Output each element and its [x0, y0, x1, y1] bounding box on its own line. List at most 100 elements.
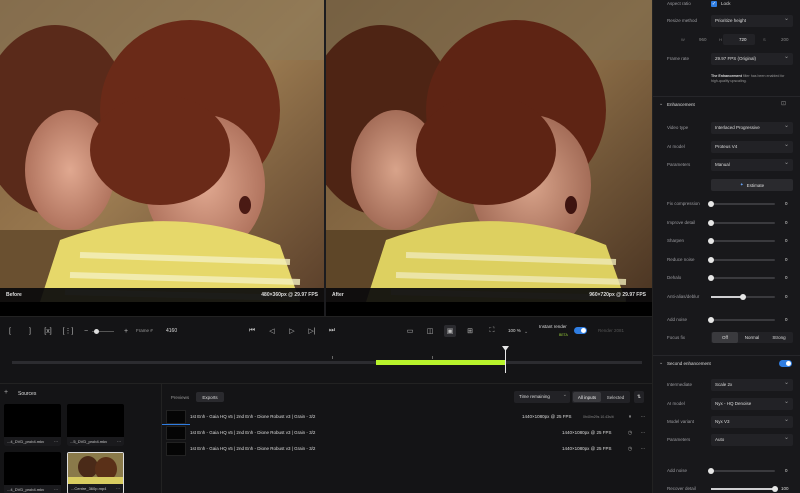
source-filename: ...4_DVD_prob4.mkv — [7, 487, 45, 492]
height-field[interactable]: 720 — [739, 37, 747, 42]
sort-order-icon[interactable]: ⇅ — [634, 391, 644, 403]
second-add-noise-value[interactable]: 0 — [785, 468, 788, 473]
source-thumbnail[interactable]: ...4_DVD_prob4.mkv ··· — [4, 452, 61, 493]
intermediate-select[interactable]: Scale 2x — [711, 379, 793, 391]
timeline-zoom-slider[interactable] — [92, 329, 114, 334]
zoom-level[interactable]: 100 % — [508, 328, 521, 333]
clock-icon[interactable]: ◷ — [626, 445, 634, 453]
more-icon[interactable]: ··· — [117, 439, 121, 444]
recover-detail-slider[interactable] — [711, 486, 778, 492]
timeline[interactable] — [0, 344, 652, 384]
more-icon[interactable]: ··· — [54, 439, 58, 444]
clip-range-icon[interactable]: [⋮] — [62, 325, 74, 337]
second-ai-model-select[interactable]: Nyx - HQ Denoise — [711, 398, 793, 410]
instant-render-toggle[interactable] — [574, 327, 587, 334]
before-preview[interactable]: Before 480×360px @ 29.97 FPS — [0, 0, 324, 302]
slider-value[interactable]: 0 — [785, 294, 788, 299]
source-thumbnail[interactable]: ...5_DVD_prob4.mkv ··· — [67, 404, 124, 446]
second-enhancement-toggle[interactable] — [779, 360, 792, 367]
slider-row: Fix compression 0 — [653, 197, 800, 211]
export-row[interactable]: 1st Enh - Gaia HQ v5 | 2nd Enh - Dione R… — [162, 442, 652, 457]
reduce-noise-slider[interactable] — [708, 257, 775, 263]
grid-view-icon[interactable]: ⊞ — [464, 325, 476, 337]
frame-number[interactable]: 4160 — [166, 328, 177, 334]
slider-value[interactable]: 0 — [785, 220, 788, 225]
resize-method-select[interactable]: Prioritize height — [711, 15, 793, 27]
more-icon[interactable]: ··· — [639, 429, 647, 437]
export-row[interactable]: 1st Enh - Gaia HQ v5 | 2nd Enh - Dione R… — [162, 426, 652, 441]
focus-normal-option[interactable]: Normal — [739, 332, 765, 343]
playhead[interactable] — [505, 349, 506, 373]
split-view-icon[interactable]: ◫ — [424, 325, 436, 337]
anti-alias-slider[interactable] — [711, 294, 775, 300]
ai-model-select[interactable]: Proteus V4 — [711, 141, 793, 153]
render-button[interactable]: Render 2081 — [598, 328, 624, 333]
plus-icon[interactable]: + — [4, 389, 8, 396]
video-type-select[interactable]: Interlaced Progressive — [711, 122, 793, 134]
playhead-handle[interactable] — [502, 346, 509, 351]
more-icon[interactable]: ··· — [116, 486, 120, 491]
dehalo-slider[interactable] — [708, 275, 775, 281]
step-back-icon[interactable]: ◁ — [266, 325, 278, 337]
after-preview[interactable]: After 960×720px @ 29.97 FPS — [326, 0, 652, 302]
go-to-end-icon[interactable]: ⏭ — [326, 325, 338, 337]
tab-previews[interactable]: Previews — [166, 392, 194, 402]
transport-bar: [ ] [x] [⋮] − + Frame # 4160 ⏮ ◁ ▷ ▷| ⏭ … — [0, 316, 652, 344]
sharpen-slider[interactable] — [708, 238, 775, 244]
slider-value[interactable]: 0 — [785, 238, 788, 243]
add-noise-slider[interactable] — [708, 317, 775, 323]
fit-screen-icon[interactable]: ⛶ — [486, 325, 498, 337]
clock-icon[interactable]: ◷ — [626, 429, 634, 437]
more-icon[interactable]: ··· — [54, 487, 58, 492]
export-resolution: 1440×1080px @ 25 FPS — [562, 446, 612, 451]
lock-icon[interactable]: ⊡ — [781, 100, 786, 107]
model-variant-select[interactable]: Nyx V3 — [711, 416, 793, 428]
timeline-selection[interactable] — [376, 360, 506, 365]
focus-off-option[interactable]: Off — [712, 332, 738, 343]
source-thumbnail-selected[interactable]: ...Centre_360p.mp4 ··· — [67, 452, 124, 493]
slider-value[interactable]: 0 — [785, 257, 788, 262]
scale-field[interactable]: 200 — [781, 37, 789, 42]
mark-out-icon[interactable]: ] — [24, 325, 36, 337]
improve-detail-slider[interactable] — [708, 220, 775, 226]
export-name: 1st Enh - Gaia HQ v5 | 2nd Enh - Dione R… — [190, 414, 316, 419]
mark-in-icon[interactable]: [ — [4, 325, 16, 337]
preview-divider[interactable] — [324, 0, 326, 316]
recover-detail-value[interactable]: 100 — [781, 486, 789, 491]
zoom-dropdown-icon[interactable]: ⌄ — [524, 329, 528, 335]
source-thumbnail[interactable]: ...4_DVD_prob4.mkv ··· — [4, 404, 61, 446]
slider-value[interactable]: 0 — [785, 275, 788, 280]
timeline-zoom-knob[interactable] — [94, 329, 99, 334]
zoom-out-icon[interactable]: − — [80, 325, 92, 337]
sort-select[interactable]: Time remaining ⌄ — [514, 391, 570, 403]
second-enhancement-header[interactable]: ⌄ Second enhancement — [653, 355, 800, 371]
timeline-track[interactable] — [12, 361, 642, 364]
filter-selected[interactable]: Selected — [602, 392, 629, 402]
width-field[interactable]: 960 — [699, 37, 707, 42]
go-to-start-icon[interactable]: ⏮ — [246, 325, 258, 337]
export-row[interactable]: 1st Enh - Gaia HQ v5 | 2nd Enh - Dione R… — [162, 410, 652, 425]
single-view-icon[interactable]: ▭ — [404, 325, 416, 337]
focus-fix-segmented: Off Normal Strong — [711, 332, 793, 343]
enhancement-section-header[interactable]: ⌄ Enhancement ⊡ — [653, 96, 800, 112]
side-by-side-icon[interactable]: ▣ — [444, 325, 456, 337]
parameters-select[interactable]: Manual — [711, 159, 793, 171]
slider-value[interactable]: 0 — [785, 201, 788, 206]
step-forward-icon[interactable]: ▷| — [306, 325, 318, 337]
filter-all-inputs[interactable]: All inputs — [573, 392, 601, 402]
more-icon[interactable]: ··· — [639, 413, 647, 421]
estimate-button[interactable]: ✦ Estimate — [711, 179, 793, 191]
play-icon[interactable]: ▷ — [286, 325, 298, 337]
more-icon[interactable]: ··· — [639, 445, 647, 453]
second-parameters-select[interactable]: Auto — [711, 434, 793, 446]
select-range-icon[interactable]: [x] — [42, 325, 54, 337]
frame-rate-select[interactable]: 29.97 FPS (Original) — [711, 53, 793, 65]
pause-icon[interactable]: ⏸ — [626, 413, 634, 421]
second-add-noise-slider[interactable] — [708, 468, 775, 474]
add-noise-value[interactable]: 0 — [785, 317, 788, 322]
zoom-in-icon[interactable]: + — [120, 325, 132, 337]
lock-checkbox[interactable]: ✓ — [711, 1, 717, 7]
focus-strong-option[interactable]: Strong — [766, 332, 792, 343]
tab-exports[interactable]: Exports — [196, 392, 224, 402]
fix-compression-slider[interactable] — [708, 201, 775, 207]
